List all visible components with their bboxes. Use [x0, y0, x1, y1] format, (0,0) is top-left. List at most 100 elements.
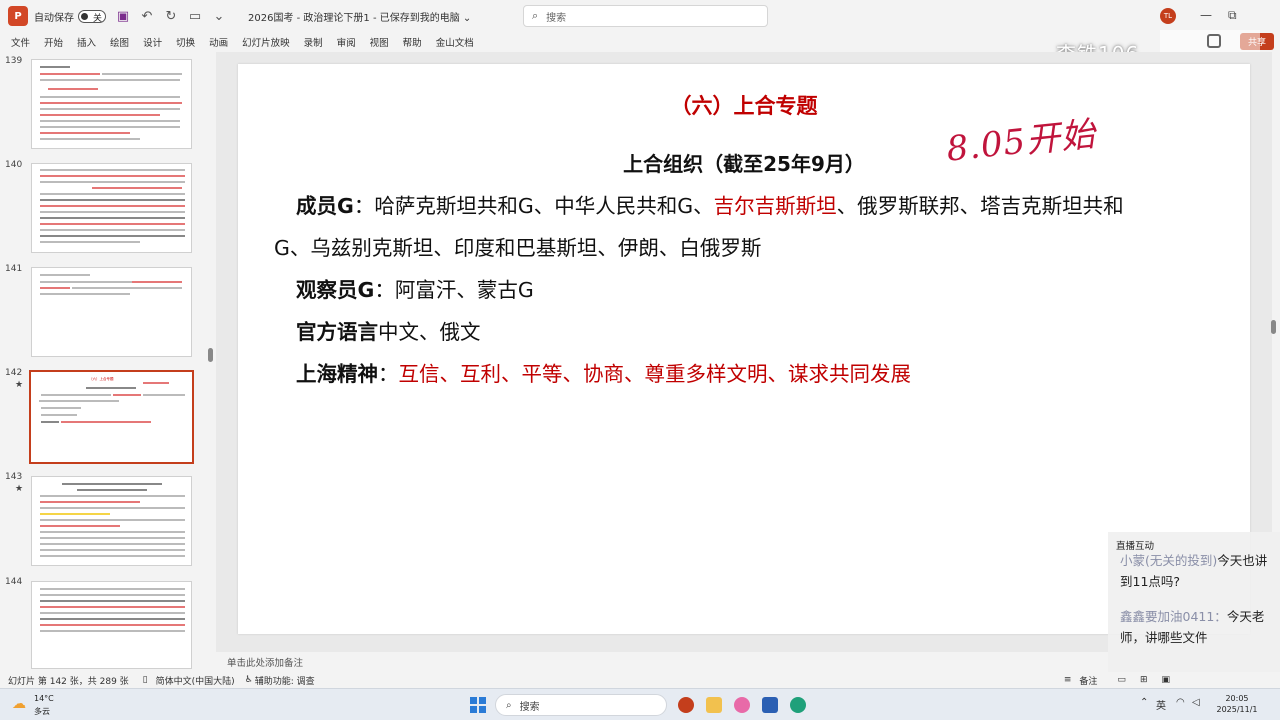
chat-message: 鑫鑫要加油0411：今天老师，讲哪些文件 — [1120, 606, 1276, 648]
live-chat-overlay: 直播互动 小蒙(无关的投到)今天也讲到11点吗? 鑫鑫要加油0411：今天老师，… — [1108, 532, 1280, 688]
edge-icon[interactable] — [790, 697, 806, 713]
spirit-label: 上海精神 — [296, 362, 378, 386]
thumbnail-number: 143 — [5, 472, 23, 482]
sorter-view-icon[interactable]: ⊞ — [1140, 675, 1148, 685]
clock-time: 20:05 — [1225, 694, 1249, 703]
tab-file[interactable]: 文件 — [11, 35, 30, 49]
members-line[interactable]: 成员G：哈萨克斯坦共和G、中华人民共和G、吉尔吉斯斯坦、俄罗斯联邦、塔吉克斯坦共… — [296, 185, 1124, 227]
thumbnail-number: 141 — [5, 264, 23, 274]
clock-date: 2025/11/1 — [1216, 705, 1258, 714]
colon: ： — [378, 362, 399, 386]
taskbar-search[interactable]: ⌕ 搜索 — [495, 694, 667, 716]
accessibility-status[interactable]: 辅助功能: 调查 — [255, 674, 315, 687]
colon: ： — [374, 278, 395, 302]
restore-icon[interactable]: ⧉ — [1228, 8, 1237, 23]
redo-icon[interactable]: ↻ — [164, 9, 178, 24]
autosave-label: 自动保存 — [34, 12, 74, 24]
wifi-icon[interactable]: ◠ — [1176, 697, 1185, 708]
slide-thumbnail-139[interactable] — [31, 59, 192, 149]
tab-slideshow[interactable]: 幻灯片放映 — [242, 35, 290, 49]
save-icon[interactable]: ▣ — [116, 9, 130, 24]
search-box[interactable]: ⌕ 搜索 — [523, 5, 768, 27]
windows-taskbar: ☁ 14°C 多云 ⌕ 搜索 ⌃ 英 ◠ ◁ 20:05 2025/11/1 — [0, 688, 1280, 720]
tab-help[interactable]: 帮助 — [403, 35, 422, 49]
editor-scrollbar[interactable] — [1271, 320, 1276, 334]
thumbnail-number: 142 — [5, 368, 23, 378]
normal-view-icon[interactable]: ▭ — [1117, 675, 1126, 685]
autosave-toggle-state: 关 — [92, 13, 102, 24]
customize-quick-access-icon[interactable]: ⌄ — [212, 9, 226, 24]
file-explorer-icon[interactable] — [706, 697, 722, 713]
spirit-text: 互信、互利、平等、协商、尊重多样文明、谋求共同发展 — [398, 362, 912, 386]
observers-line[interactable]: 观察员G：阿富汗、蒙古G — [296, 269, 534, 311]
thumbnail-number: 144 — [5, 577, 23, 587]
notes-pane[interactable]: 单击此处添加备注 — [216, 652, 1106, 672]
status-bar: 幻灯片 第 142 张，共 289 张 ▯ 简体中文(中国大陆) ♿ 辅助功能:… — [0, 672, 1280, 688]
tab-review[interactable]: 审阅 — [337, 35, 356, 49]
slide-counter: 幻灯片 第 142 张，共 289 张 — [8, 676, 129, 687]
present-icon[interactable]: ▭ — [188, 9, 202, 24]
observers-text: 阿富汗、蒙古G — [394, 278, 534, 302]
slide-thumbnail-144[interactable] — [31, 581, 192, 669]
ime-indicator[interactable]: 英 — [1156, 697, 1166, 712]
windows-start-icon[interactable] — [470, 697, 486, 713]
system-clock[interactable]: 20:05 2025/11/1 — [1212, 693, 1262, 715]
powerpoint-logo-icon: P — [8, 6, 28, 26]
slide-thumbnail-141[interactable] — [31, 267, 192, 357]
chat-user: 小蒙(无关的投到) — [1120, 553, 1218, 568]
avatar[interactable]: TL — [1160, 8, 1176, 24]
spirit-line[interactable]: 上海精神：互信、互利、平等、协商、尊重多样文明、谋求共同发展 — [296, 353, 911, 395]
tab-view[interactable]: 视图 — [370, 35, 389, 49]
thumbnail-mini-title: （六）上合专题 — [89, 377, 114, 381]
notes-toggle-button[interactable]: 备注 — [1079, 674, 1097, 687]
slide-thumbnail-panel: 139 140 141 142 ★ （六）上合专题 143 ★ 144 — [0, 52, 216, 672]
members-text: 哈萨克斯坦共和G、中华人民共和G、 — [374, 194, 714, 218]
language-line[interactable]: 官方语言中文、俄文 — [296, 311, 481, 353]
document-title[interactable]: 2026国考 - 政治理论下册1 - 已保存到我的电脑 ⌄ — [248, 9, 471, 24]
thumbnail-number: 140 — [5, 160, 23, 170]
store-icon[interactable] — [762, 697, 778, 713]
members-highlight: 吉尔吉斯斯坦 — [713, 194, 837, 218]
members-text-2: 、俄罗斯联邦、塔吉克斯坦共和 — [836, 194, 1124, 218]
colon: ： — [353, 194, 375, 218]
tab-kingsoft-docs[interactable]: 金山文档 — [436, 35, 474, 49]
notes-toggle-icon[interactable]: ≡ — [1064, 675, 1072, 685]
minimize-icon[interactable]: — — [1200, 8, 1212, 22]
animation-star-icon: ★ — [15, 484, 24, 494]
reading-view-icon[interactable]: ▣ — [1161, 675, 1170, 685]
slide-subtitle[interactable]: 上合组织（截至25年9月） — [238, 148, 1250, 177]
autosave-toggle[interactable]: 关 — [78, 9, 106, 24]
tab-record[interactable]: 录制 — [304, 35, 323, 49]
app-icon[interactable] — [734, 697, 750, 713]
chat-message: 小蒙(无关的投到)今天也讲到11点吗? — [1120, 550, 1276, 592]
volume-icon[interactable]: ◁ — [1192, 697, 1200, 708]
language-label: 官方语言 — [296, 320, 378, 344]
accessibility-icon[interactable]: ♿ — [245, 675, 253, 685]
search-placeholder: 搜索 — [546, 12, 567, 24]
stream-overlay-square-icon — [1207, 34, 1221, 48]
powerpoint-taskbar-icon[interactable] — [678, 697, 694, 713]
tab-home[interactable]: 开始 — [44, 35, 63, 49]
tab-transitions[interactable]: 切换 — [176, 35, 195, 49]
search-icon: ⌕ — [532, 9, 539, 22]
thumbnail-scrollbar[interactable] — [208, 348, 213, 362]
observers-label: 观察员G — [296, 278, 375, 302]
weather-description: 多云 — [34, 707, 50, 716]
taskbar-search-label: 搜索 — [519, 701, 540, 713]
tab-animations[interactable]: 动画 — [209, 35, 228, 49]
slide-thumbnail-140[interactable] — [31, 163, 192, 253]
search-icon: ⌕ — [506, 699, 512, 711]
spellcheck-icon[interactable]: ▯ — [143, 675, 148, 685]
tab-insert[interactable]: 插入 — [77, 35, 96, 49]
members-line-2[interactable]: G、乌兹别克斯坦、印度和巴基斯坦、伊朗、白俄罗斯 — [274, 227, 761, 269]
tab-design[interactable]: 设计 — [143, 35, 162, 49]
slide-title[interactable]: （六）上合专题 — [238, 90, 1250, 120]
slide-thumbnail-143[interactable] — [31, 476, 192, 566]
weather-cloud-icon[interactable]: ☁ — [12, 696, 30, 712]
tab-draw[interactable]: 绘图 — [110, 35, 129, 49]
language-status[interactable]: 简体中文(中国大陆) — [156, 674, 235, 687]
slide-thumbnail-142[interactable]: （六）上合专题 — [29, 370, 194, 464]
slide-canvas[interactable]: （六）上合专题 8.05开始 上合组织（截至25年9月） 成员G：哈萨克斯坦共和… — [238, 64, 1250, 634]
tray-chevron-icon[interactable]: ⌃ — [1140, 697, 1148, 708]
undo-icon[interactable]: ↶ — [140, 9, 154, 24]
